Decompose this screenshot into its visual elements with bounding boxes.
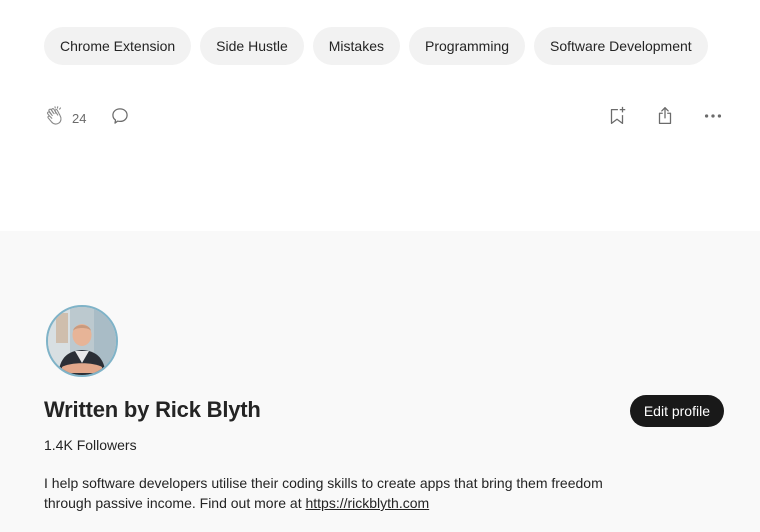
action-bar: 24 — [44, 104, 724, 132]
tag-programming[interactable]: Programming — [409, 27, 526, 65]
more-icon[interactable] — [702, 105, 724, 132]
speech-bubble-icon[interactable] — [110, 106, 130, 131]
tag-side-hustle[interactable]: Side Hustle — [200, 27, 304, 65]
followers-count[interactable]: 1.4K Followers — [44, 437, 137, 453]
more-button[interactable] — [702, 105, 724, 132]
author-section: Written by Rick Blyth Edit profile 1.4K … — [0, 231, 760, 532]
avatar[interactable] — [46, 305, 118, 377]
author-website-link[interactable]: https://rickblyth.com — [305, 495, 429, 511]
clap-button[interactable]: 24 — [44, 105, 86, 132]
share-button[interactable] — [654, 105, 676, 132]
save-button[interactable] — [606, 105, 628, 132]
engagement-actions: 24 — [44, 105, 130, 132]
bookmark-add-icon[interactable] — [606, 105, 628, 132]
edit-profile-button[interactable]: Edit profile — [629, 395, 724, 427]
respond-button[interactable] — [110, 106, 130, 131]
secondary-actions — [606, 105, 724, 132]
tag-list: Chrome Extension Side Hustle Mistakes Pr… — [44, 27, 708, 65]
tag-chrome-extension[interactable]: Chrome Extension — [44, 27, 192, 65]
author-heading[interactable]: Written by Rick Blyth — [44, 397, 261, 423]
tag-mistakes[interactable]: Mistakes — [312, 27, 400, 65]
share-icon[interactable] — [654, 105, 676, 132]
tag-software-development[interactable]: Software Development — [534, 27, 708, 65]
clap-count: 24 — [72, 110, 87, 126]
clap-icon[interactable] — [44, 105, 66, 132]
author-bio: I help software developers utilise their… — [44, 473, 624, 513]
article-footer: Chrome Extension Side Hustle Mistakes Pr… — [0, 0, 760, 532]
